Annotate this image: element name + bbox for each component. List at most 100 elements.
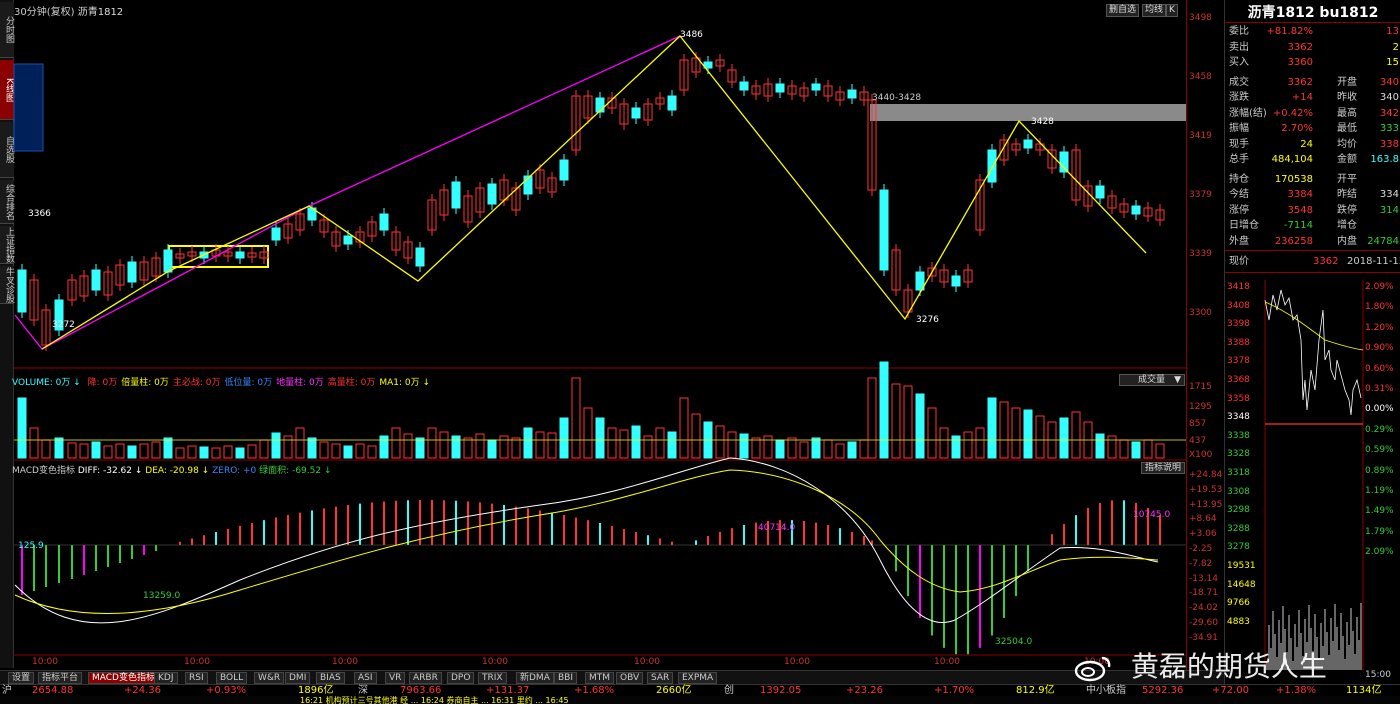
indicator-tab[interactable]: TRIX — [478, 672, 507, 684]
macd-area-label: 10745.0 — [1133, 510, 1171, 520]
quote-label: 开盘 — [1337, 76, 1357, 88]
volume-bar — [667, 431, 677, 459]
volume-title: VOLUME: 0万 ↓ — [12, 378, 81, 388]
indicator-tab[interactable]: ASI — [354, 672, 377, 684]
indicator-tab[interactable]: RSI — [185, 672, 208, 684]
mid-low-label: 3276 — [916, 315, 939, 325]
quote-row: 涨幅(结) +0.42% 最高 342 — [1227, 106, 1399, 121]
macd-tick-label: -34.91 — [1189, 632, 1219, 643]
volume-bar — [187, 445, 197, 459]
time-tick-label: 10:00 — [332, 657, 358, 667]
quote-label: 内盘 — [1337, 235, 1357, 247]
volume-bar — [247, 444, 257, 459]
quote-date: 2018-11-13 — [1347, 256, 1400, 267]
indicator-tab[interactable]: 指标平台 — [38, 672, 83, 684]
candle-body — [379, 213, 389, 231]
volume-bar — [1155, 443, 1165, 459]
quote-value: 2 — [1392, 41, 1399, 53]
quote-label: 涨跌 — [1229, 92, 1249, 103]
macd-dea-line — [14, 469, 1159, 614]
volume-bar — [17, 397, 27, 459]
price-tick-label: 3419 — [1189, 131, 1212, 141]
macd-name: MACD变色指标 — [12, 466, 75, 476]
quote-label: 最高 — [1337, 107, 1357, 119]
volume-bar — [583, 407, 593, 459]
price-tick-label: 3339 — [1189, 249, 1212, 259]
volume-bar — [211, 447, 221, 459]
volume-bar — [799, 441, 809, 459]
mini-time-label: 15:00 — [1365, 670, 1391, 680]
volume-legend-item: 主必战: 0万 — [172, 378, 221, 388]
volume-bar — [1023, 409, 1033, 459]
volume-legend-item: 高量柱: 0万 — [327, 378, 376, 388]
quote-value: +0.42% — [1272, 107, 1313, 119]
price-tick-label: 3458 — [1189, 72, 1212, 82]
mini-pct-label: 0.31% — [1365, 384, 1394, 394]
news-text: 16:21 机构预计三号其他港 经 ... 16:24 券商自主 ... 16:… — [300, 696, 569, 704]
macd-dea: DEA: -20.98 ↓ — [145, 466, 210, 476]
volume-bar — [29, 427, 39, 459]
indicator-tab[interactable]: 新DMA — [516, 672, 554, 684]
indicator-tab[interactable]: VR — [385, 672, 406, 684]
volume-select-value: 成交量 — [1138, 375, 1166, 385]
indicator-tab[interactable]: MACD变色指标 — [88, 672, 159, 684]
macd-zero: ZERO: +0 — [212, 466, 257, 476]
mini-price-label: 3328 — [1227, 449, 1250, 460]
news-ticker: 16:21 机构预计三号其他港 经 ... 16:24 券商自主 ... 16:… — [0, 696, 1400, 704]
quote-label: 振幅 — [1229, 123, 1249, 134]
volume-bar — [523, 427, 533, 459]
volume-bar — [475, 433, 485, 459]
quote-label: 买入 — [1229, 57, 1249, 68]
volume-bar — [739, 433, 749, 459]
indicator-help-button[interactable]: 指标说明 — [1141, 462, 1185, 474]
indicator-tab[interactable]: BOLL — [216, 672, 248, 684]
volume-tick-label: 437 — [1189, 436, 1207, 446]
indicator-tab[interactable]: EXPMA — [678, 672, 718, 684]
mini-price-label: 3348 — [1227, 412, 1250, 423]
volume-bar — [715, 425, 725, 459]
quote-label: 增仓 — [1337, 220, 1357, 231]
mini-pct-label: 1.20% — [1365, 322, 1394, 333]
indicator-tab[interactable]: KDJ — [154, 672, 178, 684]
quote-title: 沥青1812 bu1812 — [1247, 5, 1379, 21]
mini-pct-label: 0.59% — [1365, 445, 1394, 456]
macd-area-label: 32504.0 — [995, 637, 1033, 647]
quote-value: 24 — [1300, 138, 1313, 150]
indicator-tab[interactable]: OBV — [616, 672, 644, 684]
quote-label: 金额 — [1337, 154, 1357, 165]
weibo-logo-icon — [1074, 656, 1111, 682]
indicator-tab[interactable]: BIAS — [316, 672, 345, 684]
indicator-tab[interactable]: MTM — [585, 672, 615, 684]
candle-body — [631, 107, 641, 119]
volume-bar — [1059, 417, 1069, 459]
indicator-tab[interactable]: BBI — [554, 672, 578, 684]
volume-tick-label: X100 — [1189, 450, 1213, 460]
macd-area: 绿面积: -69.52 ↓ — [259, 466, 332, 476]
kline-chart[interactable] — [0, 0, 1186, 672]
volume-indicator-select[interactable]: 成交量 ▼ — [1119, 374, 1185, 386]
mini-pct-label: 0.00% — [1365, 404, 1394, 415]
indicator-tab[interactable]: DPO — [447, 672, 475, 684]
resistance-zone — [870, 104, 1186, 121]
indicator-tab[interactable]: ARBR — [409, 672, 442, 684]
volume-bar — [439, 431, 449, 459]
mini-pct-label: 0.90% — [1365, 343, 1394, 354]
volume-bar — [987, 397, 997, 459]
candle-body — [595, 97, 605, 113]
indicator-tab[interactable]: SAR — [647, 672, 674, 684]
quote-label: 开平 — [1337, 173, 1357, 185]
volume-bar — [963, 431, 973, 459]
candle-body — [775, 83, 785, 93]
volume-bar — [607, 427, 617, 459]
volume-bar — [927, 407, 937, 459]
macd-tick-label: +3.06 — [1189, 529, 1217, 540]
macd-histogram — [21, 500, 1161, 655]
mini-price-label: 3408 — [1227, 300, 1250, 311]
indicator-tab[interactable]: W&R — [254, 672, 285, 684]
quote-row: 振幅 2.70% 最低 333 — [1227, 121, 1399, 136]
right-peak-label: 3428 — [1031, 117, 1054, 127]
volume-bar — [691, 413, 701, 459]
indicator-tab[interactable]: DMI — [285, 672, 311, 684]
indicator-tab[interactable]: 设置 — [8, 672, 35, 684]
mini-price-label: 3398 — [1227, 319, 1250, 330]
